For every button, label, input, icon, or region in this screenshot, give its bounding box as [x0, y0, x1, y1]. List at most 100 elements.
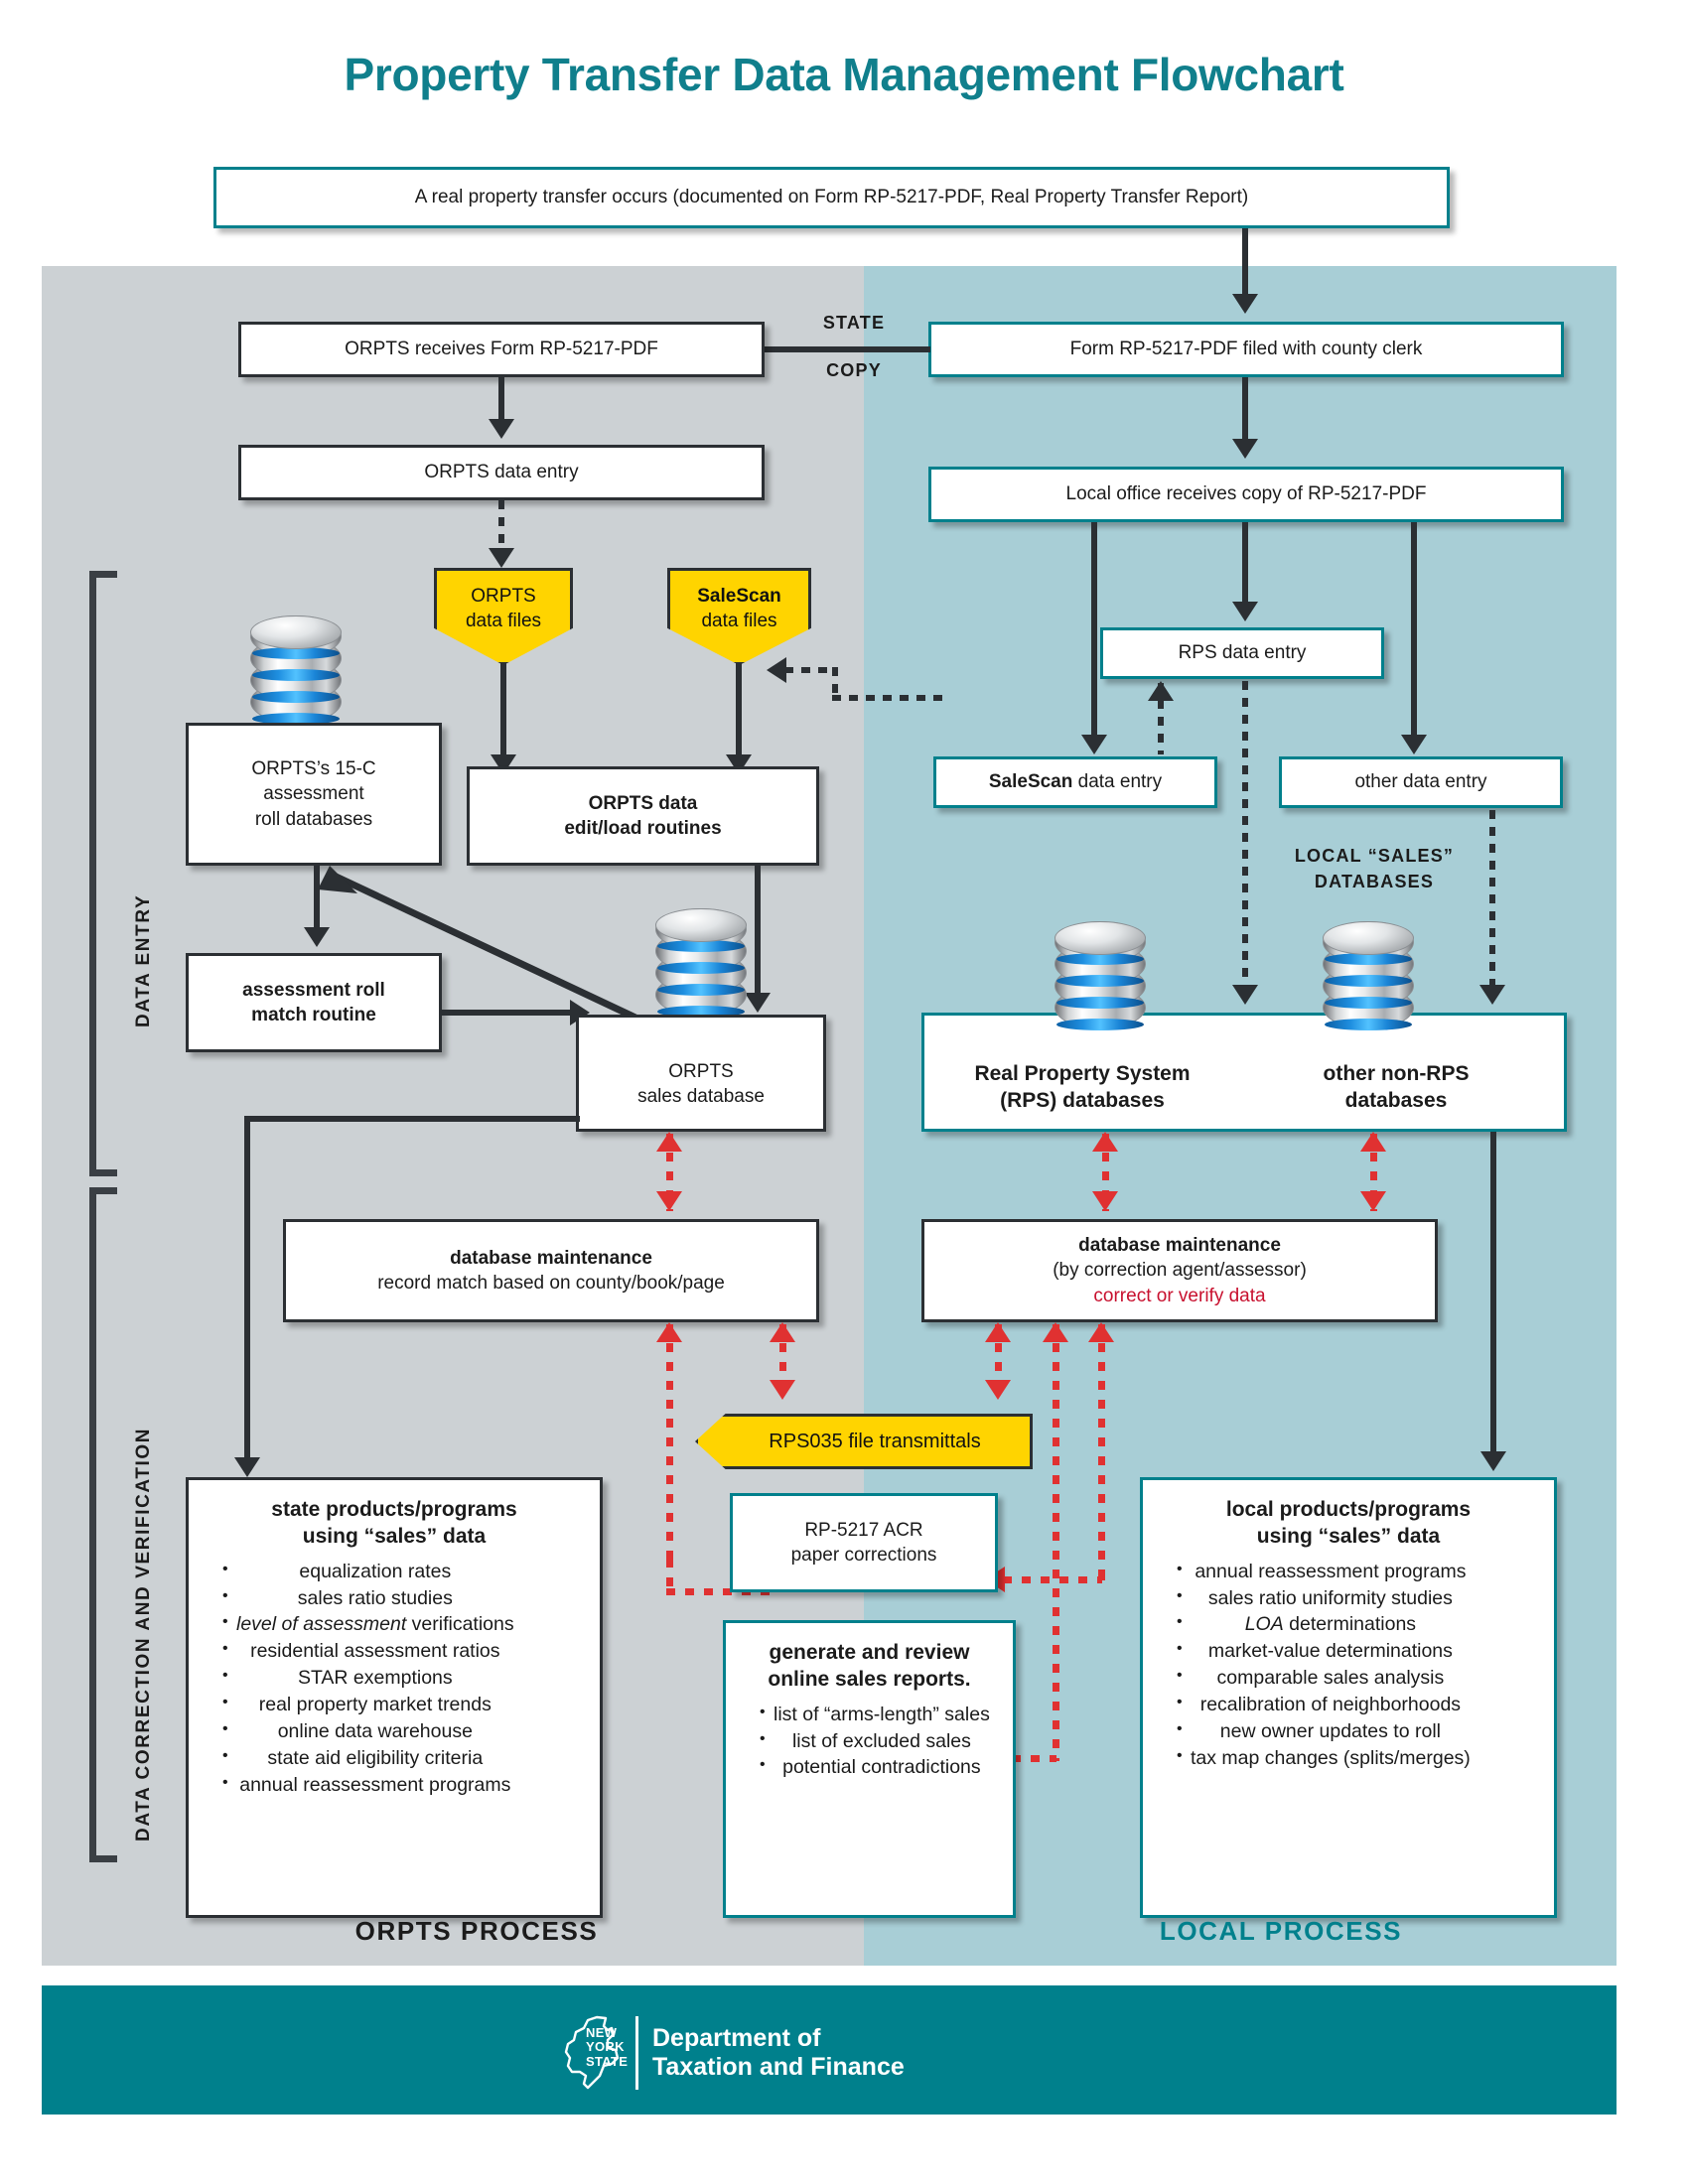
orpts-edit-load-box: ORPTS data edit/load routines	[467, 766, 819, 866]
red-arrow-down-maint-nonrpsdb	[1360, 1191, 1386, 1211]
state-products-list: equalization rates sales ratio studies l…	[203, 1559, 514, 1800]
connector-salescanfiles-to-editload	[736, 663, 742, 762]
red-arrow-up-salesdb	[656, 1132, 682, 1152]
list-item: potential contradictions	[760, 1754, 990, 1781]
list-item: list of “arms-length” sales	[760, 1702, 990, 1728]
page-title: Property Transfer Data Management Flowch…	[344, 49, 1344, 100]
arrow-down-rps-rpsdb	[1232, 985, 1258, 1005]
connector-filed-to-office	[1242, 377, 1248, 445]
edit-load-line1: ORPTS data	[588, 792, 698, 814]
online-reports-list: list of “arms-length” sales list of excl…	[740, 1702, 990, 1783]
salescan-data-entry-bold: SaleScan	[988, 771, 1073, 793]
rps-data-entry-label: RPS data entry	[1178, 642, 1307, 664]
dotted-salescan-to-files-h2	[784, 667, 836, 673]
start-box-label: A real property transfer occurs (documen…	[414, 187, 1249, 208]
acr-line2: paper corrections	[790, 1545, 937, 1566]
arrow-down-office-rps	[1232, 602, 1258, 621]
reports-heading2: online sales reports.	[768, 1668, 971, 1692]
local-products-list: annual reassessment programs sales ratio…	[1157, 1559, 1471, 1773]
red-arrow-down-maint-salesdb	[656, 1191, 682, 1211]
non-rps-database-cylinder	[1323, 921, 1414, 1044]
online-sales-reports-box: generate and review online sales reports…	[723, 1620, 1016, 1918]
dotted-rps-to-rpsdb	[1242, 681, 1248, 995]
orpts-receives-label: ORPTS receives Form RP-5217-PDF	[345, 339, 658, 360]
arrow-down-other-nonrpsdb	[1479, 985, 1505, 1005]
orpts-15c-line1: ORPTS’s 15-C	[251, 758, 376, 780]
local-products-box: local products/programs using “sales” da…	[1140, 1477, 1557, 1918]
salescan-data-files-line1: SaleScan	[697, 586, 781, 607]
label-copy: COPY	[826, 360, 882, 380]
state-products-box: state products/programs using “sales” da…	[186, 1477, 603, 1918]
list-item: annual reassessment programs	[1177, 1559, 1471, 1585]
non-rps-databases-label: other non-RPS databases	[1323, 1062, 1470, 1113]
connector-state-copy-line	[750, 346, 930, 352]
red-link-acr-elbow-right	[1098, 1572, 1105, 1580]
red-link-localmaint-to-reports	[1053, 1324, 1059, 1761]
dotted-other-to-nonrpsdb	[1489, 810, 1495, 995]
salescan-data-entry-box: SaleScan data entry	[933, 756, 1217, 808]
logo-divider	[635, 2016, 638, 2090]
new-york-state-outline-icon: NEW YORK STATE	[556, 2014, 628, 2092]
red-arrow-down-maint-rpsdb	[1092, 1191, 1118, 1211]
other-data-entry-box: other data entry	[1279, 756, 1563, 808]
orpts-salesdb-line1: ORPTS	[668, 1060, 734, 1082]
start-box: A real property transfer occurs (documen…	[213, 167, 1450, 228]
acr-line1: RP-5217 ACR	[804, 1519, 923, 1541]
list-item: recalibration of neighborhoods	[1177, 1692, 1471, 1718]
local-maint-line3: correct or verify data	[1093, 1285, 1266, 1306]
dotted-salescan-to-files-h	[832, 695, 943, 701]
acr-paper-corrections-box: RP-5217 ACR paper corrections	[730, 1493, 998, 1592]
filed-county-clerk-box: Form RP-5217-PDF filed with county clerk	[928, 322, 1564, 377]
orpts-maint-line1: database maintenance	[450, 1247, 652, 1269]
list-item: annual reassessment programs	[222, 1772, 514, 1799]
red-link-maint-to-acr-left	[666, 1324, 673, 1563]
local-maint-line1: database maintenance	[1078, 1235, 1281, 1257]
arrow-down-salesdb-stateproducts	[234, 1457, 260, 1477]
local-maint-line2: (by correction agent/assessor)	[1053, 1260, 1307, 1282]
arrow-up-salescan-rps	[1148, 681, 1174, 701]
red-arrow-up-maint-left	[656, 1322, 682, 1342]
arrow-down-filed-office	[1232, 439, 1258, 459]
edit-load-line2: edit/load routines	[564, 818, 722, 839]
local-office-receives-box: Local office receives copy of RP-5217-PD…	[928, 467, 1564, 522]
list-item: level of assessment verifications	[222, 1611, 514, 1638]
salescan-data-files-line2: data files	[701, 610, 777, 631]
rps035-label: RPS035 file transmittals	[769, 1430, 981, 1452]
state-products-heading1: state products/programs	[271, 1498, 517, 1521]
arrow-left-salescan-files	[767, 657, 786, 683]
orpts-sales-database-cylinder	[655, 908, 747, 1031]
connector-salesdb-left-v	[244, 1116, 250, 1465]
red-arrow-up-rps035-right	[985, 1322, 1011, 1342]
orpts-data-entry-box: ORPTS data entry	[238, 445, 765, 500]
connector-office-to-salescan	[1091, 522, 1097, 741]
assessment-roll-database-cylinder	[250, 615, 342, 739]
orpts-maint-line2: record match based on county/book/page	[377, 1273, 725, 1294]
list-item: sales ratio uniformity studies	[1177, 1585, 1471, 1612]
arrow-down-receives-entry	[489, 419, 514, 439]
rps035-transmittals-shape: RPS035 file transmittals	[695, 1414, 1033, 1469]
list-item: market-value determinations	[1177, 1638, 1471, 1665]
local-process-label: LOCAL PROCESS	[1159, 1916, 1403, 1946]
list-item: STAR exemptions	[222, 1665, 514, 1692]
rps-data-entry-box: RPS data entry	[1100, 627, 1384, 679]
arrow-down-office-other	[1401, 735, 1427, 754]
orpts-db-maintenance-box: database maintenance record match based …	[283, 1219, 819, 1322]
local-products-heading1: local products/programs	[1225, 1498, 1472, 1521]
connector-office-to-rps	[1242, 522, 1248, 608]
arrow-down-nonrps-localproducts	[1480, 1451, 1506, 1471]
salescan-data-entry-rest: data entry	[1072, 771, 1163, 793]
orpts-sales-database-box: ORPTS sales database	[576, 1015, 826, 1132]
local-db-maintenance-box: database maintenance (by correction agen…	[921, 1219, 1438, 1322]
orpts-data-entry-label: ORPTS data entry	[424, 462, 579, 483]
list-item: real property market trends	[222, 1692, 514, 1718]
red-arrow-up-localmaint-reports	[1043, 1322, 1068, 1342]
label-local-sales-2: DATABASES	[1314, 872, 1435, 891]
red-arrow-down-rps035-left	[770, 1380, 795, 1400]
arrow-down-office-salescan	[1081, 735, 1107, 754]
bracket-data-entry	[89, 571, 117, 1176]
orpts-salesdb-line2: sales database	[637, 1086, 765, 1107]
logo-state-line3: STATE	[586, 2053, 629, 2069]
flowchart-canvas: Property Transfer Data Management Flowch…	[0, 0, 1688, 2184]
label-state: STATE	[822, 313, 886, 333]
list-item: tax map changes (splits/merges)	[1177, 1745, 1471, 1772]
